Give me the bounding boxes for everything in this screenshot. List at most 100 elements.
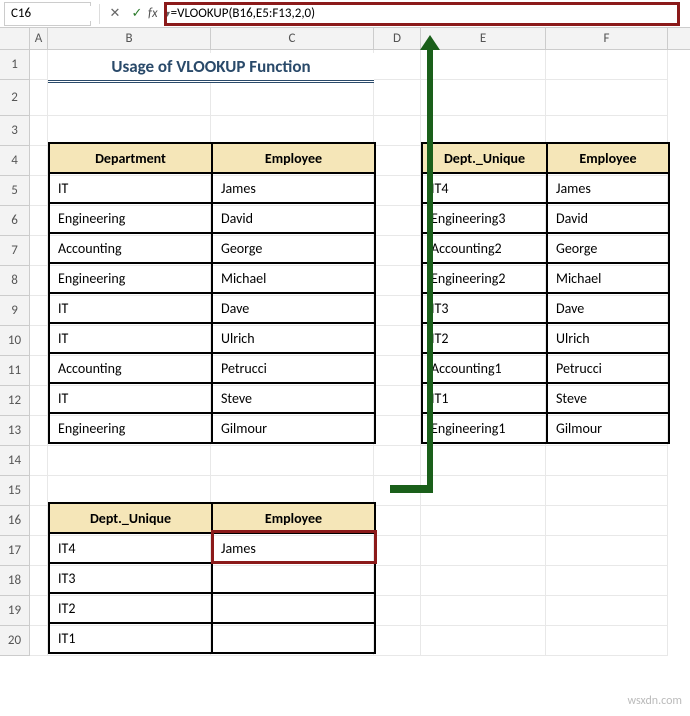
cell[interactable] xyxy=(421,596,546,626)
cell[interactable] xyxy=(421,446,546,476)
cell[interactable] xyxy=(546,446,668,476)
table-cell[interactable]: Petrucci xyxy=(212,353,375,383)
table-cell[interactable]: Michael xyxy=(547,263,669,293)
table-cell[interactable]: David xyxy=(547,203,669,233)
cell[interactable] xyxy=(30,236,48,266)
cell[interactable] xyxy=(374,386,421,416)
confirm-formula-button[interactable]: ✓ xyxy=(126,3,148,25)
cell[interactable] xyxy=(374,296,421,326)
table-cell[interactable]: Dave xyxy=(547,293,669,323)
table-cell[interactable]: IT xyxy=(49,293,212,323)
table-cell[interactable]: IT3 xyxy=(49,563,212,593)
row-header[interactable]: 20 xyxy=(0,626,30,656)
table-cell[interactable]: James xyxy=(547,173,669,203)
cell[interactable] xyxy=(421,476,546,506)
cell[interactable] xyxy=(374,536,421,566)
cell[interactable] xyxy=(421,626,546,656)
table-cell[interactable]: IT xyxy=(49,173,212,203)
cell[interactable] xyxy=(374,416,421,446)
cell[interactable] xyxy=(374,50,421,80)
table-cell[interactable]: IT3 xyxy=(422,293,547,323)
cell[interactable] xyxy=(30,386,48,416)
cell[interactable] xyxy=(421,50,546,80)
table-cell[interactable]: Dave xyxy=(212,293,375,323)
col-header-f[interactable]: F xyxy=(546,28,668,49)
cell[interactable] xyxy=(421,80,546,116)
cell[interactable] xyxy=(374,356,421,386)
cell[interactable] xyxy=(48,80,211,116)
table-cell[interactable]: Accounting2 xyxy=(422,233,547,263)
cell[interactable] xyxy=(374,206,421,236)
cell[interactable] xyxy=(374,236,421,266)
cell[interactable] xyxy=(30,326,48,356)
cell[interactable] xyxy=(546,536,668,566)
cell[interactable] xyxy=(374,326,421,356)
table-cell[interactable]: IT4 xyxy=(49,533,212,563)
table-cell[interactable]: George xyxy=(212,233,375,263)
cell[interactable] xyxy=(30,626,48,656)
cell[interactable] xyxy=(421,566,546,596)
table-cell[interactable]: IT1 xyxy=(49,623,212,653)
table-cell[interactable]: Michael xyxy=(212,263,375,293)
cell[interactable] xyxy=(546,626,668,656)
row-header[interactable]: 12 xyxy=(0,386,30,416)
col-header-e[interactable]: E xyxy=(421,28,546,49)
cell[interactable] xyxy=(30,116,48,146)
fx-icon[interactable]: fx xyxy=(148,6,158,21)
row-header[interactable]: 11 xyxy=(0,356,30,386)
table-cell[interactable]: IT2 xyxy=(422,323,547,353)
cell[interactable] xyxy=(30,80,48,116)
table-cell[interactable]: Steve xyxy=(547,383,669,413)
row-header[interactable]: 18 xyxy=(0,566,30,596)
cell[interactable] xyxy=(374,146,421,176)
table-cell[interactable]: Engineering2 xyxy=(422,263,547,293)
cell[interactable] xyxy=(30,206,48,236)
cell[interactable] xyxy=(546,596,668,626)
table-cell[interactable]: Engineering1 xyxy=(422,413,547,443)
cancel-formula-button[interactable]: ✕ xyxy=(104,3,126,25)
table-cell[interactable]: Ulrich xyxy=(212,323,375,353)
table-cell[interactable]: Accounting1 xyxy=(422,353,547,383)
row-header[interactable]: 5 xyxy=(0,176,30,206)
cell[interactable] xyxy=(211,80,374,116)
cell[interactable] xyxy=(421,536,546,566)
col-header-c[interactable]: C xyxy=(211,28,374,49)
cell[interactable] xyxy=(374,446,421,476)
table-cell[interactable]: Engineering3 xyxy=(422,203,547,233)
formula-input[interactable] xyxy=(171,6,673,21)
cell[interactable] xyxy=(30,146,48,176)
table-cell[interactable]: Gilmour xyxy=(547,413,669,443)
cell[interactable] xyxy=(374,626,421,656)
row-header[interactable]: 10 xyxy=(0,326,30,356)
table-cell[interactable]: IT2 xyxy=(49,593,212,623)
row-header[interactable]: 19 xyxy=(0,596,30,626)
cell[interactable] xyxy=(374,116,421,146)
row-header[interactable]: 9 xyxy=(0,296,30,326)
table-cell[interactable] xyxy=(212,593,375,623)
col-header-b[interactable]: B xyxy=(48,28,211,49)
table-cell[interactable] xyxy=(212,563,375,593)
cell[interactable] xyxy=(30,356,48,386)
cell[interactable] xyxy=(30,476,48,506)
col-header-a[interactable]: A xyxy=(30,28,48,49)
row-header[interactable]: 4 xyxy=(0,146,30,176)
row-header[interactable]: 6 xyxy=(0,206,30,236)
row-header[interactable]: 17 xyxy=(0,536,30,566)
cell[interactable] xyxy=(546,50,668,80)
row-header[interactable]: 15 xyxy=(0,476,30,506)
cell[interactable] xyxy=(374,506,421,536)
row-header[interactable]: 16 xyxy=(0,506,30,536)
cell[interactable] xyxy=(30,446,48,476)
cell[interactable] xyxy=(546,476,668,506)
table-cell[interactable]: George xyxy=(547,233,669,263)
cell[interactable] xyxy=(374,566,421,596)
row-header[interactable]: 2 xyxy=(0,80,30,116)
table-cell[interactable]: Engineering xyxy=(49,263,212,293)
cell[interactable] xyxy=(30,566,48,596)
row-header[interactable]: 13 xyxy=(0,416,30,446)
table-cell[interactable]: Petrucci xyxy=(547,353,669,383)
cell[interactable] xyxy=(546,566,668,596)
cell[interactable] xyxy=(30,266,48,296)
select-all-corner[interactable] xyxy=(0,28,30,49)
table-cell[interactable]: James xyxy=(212,173,375,203)
